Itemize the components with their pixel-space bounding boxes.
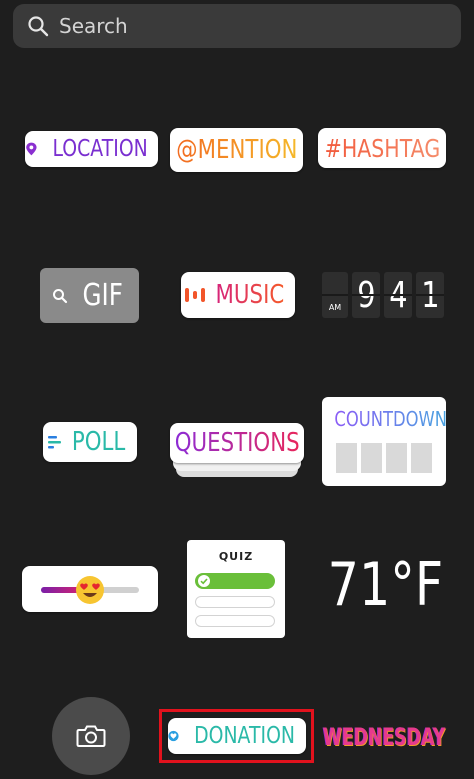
countdown-box [386, 443, 407, 473]
search-input[interactable] [59, 14, 439, 38]
mention-sticker[interactable]: @MENTION [170, 128, 303, 172]
hashtag-sticker[interactable]: #HASHTAG [318, 128, 446, 168]
location-sticker[interactable]: LOCATION [25, 131, 158, 167]
search-bar[interactable] [13, 4, 461, 48]
temperature-sticker[interactable]: 71°F [327, 550, 443, 620]
questions-card: QUESTIONS [170, 423, 304, 463]
countdown-box [361, 443, 382, 473]
camera-icon [76, 725, 106, 747]
music-sticker[interactable]: MUSIC [181, 272, 295, 318]
quiz-option [195, 596, 275, 608]
poll-sticker[interactable]: POLL [43, 422, 137, 462]
search-icon [52, 288, 67, 303]
hashtag-label: #HASHTAG [324, 133, 440, 163]
questions-sticker[interactable]: QUESTIONS [170, 423, 304, 477]
quiz-label: QUIZ [218, 550, 254, 563]
day-label: WEDNESDAY [322, 723, 446, 751]
poll-lines-icon [48, 436, 62, 449]
location-pin-icon [26, 142, 37, 156]
donation-sticker[interactable]: DONATION [168, 718, 306, 754]
questions-label: QUESTIONS [174, 428, 300, 458]
quiz-option-correct [195, 573, 275, 589]
temperature-label: 71°F [327, 550, 443, 620]
poll-label: POLL [72, 427, 126, 457]
music-label: MUSIC [215, 280, 285, 310]
emoji-slider-sticker[interactable] [22, 566, 158, 612]
day-sticker[interactable]: WEDNESDAY [322, 720, 446, 754]
location-label: LOCATION [52, 136, 148, 162]
clock-sticker[interactable]: AM 9 4 1 [322, 272, 446, 318]
camera-button[interactable] [52, 697, 130, 775]
quiz-sticker[interactable]: QUIZ [187, 540, 285, 638]
gif-sticker[interactable]: GIF [40, 268, 139, 323]
countdown-box [336, 443, 357, 473]
countdown-boxes [336, 443, 432, 473]
countdown-label: COUNTDOWN [334, 407, 448, 431]
gif-label: GIF [82, 278, 123, 313]
donation-label: DONATION [193, 723, 295, 749]
search-icon [28, 16, 49, 37]
clock-digit-minute-ones: 1 [416, 272, 444, 318]
countdown-box [411, 443, 432, 473]
check-icon [198, 575, 210, 587]
heart-badge-icon [168, 730, 179, 742]
clock-digit-hour: 9 [352, 272, 380, 318]
music-bars-icon [185, 288, 206, 302]
heart-eyes-emoji-icon [76, 576, 104, 604]
mention-label: @MENTION [175, 135, 298, 165]
quiz-option [195, 615, 275, 627]
clock-digit-minute-tens: 4 [384, 272, 412, 318]
clock-ampm: AM [322, 272, 348, 318]
countdown-sticker[interactable]: COUNTDOWN [322, 397, 448, 486]
